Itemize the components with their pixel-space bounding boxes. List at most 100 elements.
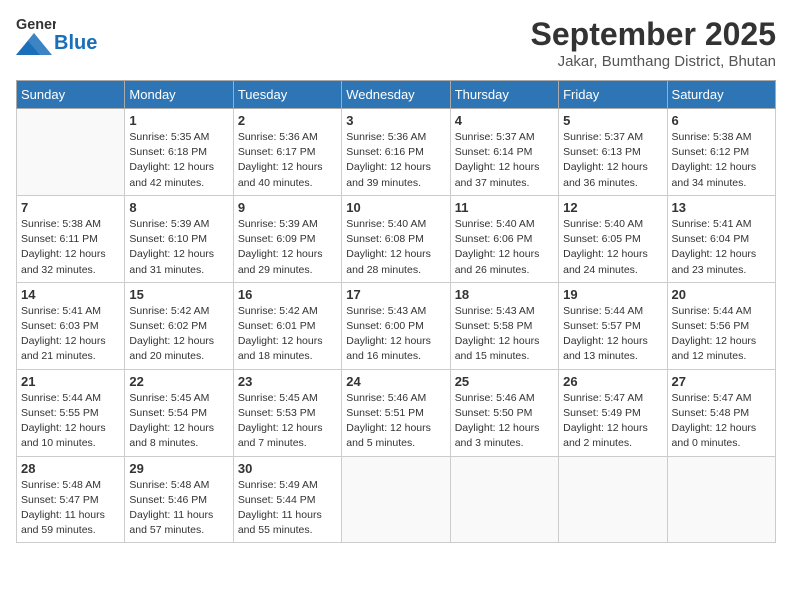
day-info: Sunrise: 5:39 AM Sunset: 6:09 PM Dayligh… xyxy=(238,217,337,278)
day-number: 29 xyxy=(129,461,228,476)
day-number: 13 xyxy=(672,200,771,215)
day-info: Sunrise: 5:37 AM Sunset: 6:13 PM Dayligh… xyxy=(563,130,662,191)
weekday-header-saturday: Saturday xyxy=(667,81,775,109)
logo-blue-text: Blue xyxy=(54,32,97,55)
calendar-week-5: 28 Sunrise: 5:48 AM Sunset: 5:47 PM Dayli… xyxy=(17,456,776,543)
day-info: Sunrise: 5:44 AM Sunset: 5:57 PM Dayligh… xyxy=(563,304,662,365)
day-info: Sunrise: 5:43 AM Sunset: 5:58 PM Dayligh… xyxy=(455,304,554,365)
day-number: 26 xyxy=(563,374,662,389)
day-info: Sunrise: 5:40 AM Sunset: 6:06 PM Dayligh… xyxy=(455,217,554,278)
weekday-header-sunday: Sunday xyxy=(17,81,125,109)
day-info: Sunrise: 5:42 AM Sunset: 6:02 PM Dayligh… xyxy=(129,304,228,365)
day-info: Sunrise: 5:37 AM Sunset: 6:14 PM Dayligh… xyxy=(455,130,554,191)
day-number: 16 xyxy=(238,287,337,302)
day-number: 25 xyxy=(455,374,554,389)
day-info: Sunrise: 5:36 AM Sunset: 6:16 PM Dayligh… xyxy=(346,130,445,191)
day-info: Sunrise: 5:46 AM Sunset: 5:50 PM Dayligh… xyxy=(455,391,554,452)
calendar-cell: 14 Sunrise: 5:41 AM Sunset: 6:03 PM Dayli… xyxy=(17,282,125,369)
month-title: September 2025 xyxy=(531,16,776,53)
calendar-cell: 11 Sunrise: 5:40 AM Sunset: 6:06 PM Dayli… xyxy=(450,195,558,282)
day-number: 30 xyxy=(238,461,337,476)
calendar-week-2: 7 Sunrise: 5:38 AM Sunset: 6:11 PM Daylig… xyxy=(17,195,776,282)
calendar-cell: 29 Sunrise: 5:48 AM Sunset: 5:46 PM Dayli… xyxy=(125,456,233,543)
day-number: 6 xyxy=(672,113,771,128)
weekday-header-thursday: Thursday xyxy=(450,81,558,109)
day-info: Sunrise: 5:39 AM Sunset: 6:10 PM Dayligh… xyxy=(129,217,228,278)
calendar-cell xyxy=(450,456,558,543)
day-number: 11 xyxy=(455,200,554,215)
calendar-cell: 13 Sunrise: 5:41 AM Sunset: 6:04 PM Dayli… xyxy=(667,195,775,282)
day-info: Sunrise: 5:47 AM Sunset: 5:48 PM Dayligh… xyxy=(672,391,771,452)
day-number: 15 xyxy=(129,287,228,302)
day-info: Sunrise: 5:42 AM Sunset: 6:01 PM Dayligh… xyxy=(238,304,337,365)
calendar-cell xyxy=(667,456,775,543)
day-info: Sunrise: 5:40 AM Sunset: 6:08 PM Dayligh… xyxy=(346,217,445,278)
day-info: Sunrise: 5:35 AM Sunset: 6:18 PM Dayligh… xyxy=(129,130,228,191)
day-number: 12 xyxy=(563,200,662,215)
calendar-cell: 23 Sunrise: 5:45 AM Sunset: 5:53 PM Dayli… xyxy=(233,369,341,456)
calendar-week-4: 21 Sunrise: 5:44 AM Sunset: 5:55 PM Dayli… xyxy=(17,369,776,456)
logo: General Blue xyxy=(16,16,97,55)
calendar-table: SundayMondayTuesdayWednesdayThursdayFrid… xyxy=(16,80,776,543)
day-info: Sunrise: 5:48 AM Sunset: 5:46 PM Dayligh… xyxy=(129,478,228,539)
day-info: Sunrise: 5:38 AM Sunset: 6:12 PM Dayligh… xyxy=(672,130,771,191)
day-number: 2 xyxy=(238,113,337,128)
calendar-cell: 10Sunrise: 5:40 AM Sunset: 6:08 PM Dayli… xyxy=(342,195,450,282)
weekday-header-friday: Friday xyxy=(559,81,667,109)
calendar-cell: 28 Sunrise: 5:48 AM Sunset: 5:47 PM Dayli… xyxy=(17,456,125,543)
day-info: Sunrise: 5:40 AM Sunset: 6:05 PM Dayligh… xyxy=(563,217,662,278)
calendar-cell: 5 Sunrise: 5:37 AM Sunset: 6:13 PM Daylig… xyxy=(559,109,667,196)
day-number: 17 xyxy=(346,287,445,302)
day-number: 3 xyxy=(346,113,445,128)
day-number: 5 xyxy=(563,113,662,128)
day-number: 1 xyxy=(129,113,228,128)
day-number: 7 xyxy=(21,200,120,215)
calendar-week-1: 1 Sunrise: 5:35 AM Sunset: 6:18 PM Daylig… xyxy=(17,109,776,196)
calendar-cell: 19Sunrise: 5:44 AM Sunset: 5:57 PM Dayli… xyxy=(559,282,667,369)
day-info: Sunrise: 5:43 AM Sunset: 6:00 PM Dayligh… xyxy=(346,304,445,365)
calendar-cell: 1 Sunrise: 5:35 AM Sunset: 6:18 PM Daylig… xyxy=(125,109,233,196)
weekday-header-row: SundayMondayTuesdayWednesdayThursdayFrid… xyxy=(17,81,776,109)
calendar-cell: 3 Sunrise: 5:36 AM Sunset: 6:16 PM Daylig… xyxy=(342,109,450,196)
calendar-cell: 9Sunrise: 5:39 AM Sunset: 6:09 PM Daylig… xyxy=(233,195,341,282)
day-number: 18 xyxy=(455,287,554,302)
calendar-cell: 2 Sunrise: 5:36 AM Sunset: 6:17 PM Daylig… xyxy=(233,109,341,196)
title-section: September 2025 Jakar, Bumthang District,… xyxy=(531,16,776,70)
calendar-cell: 15 Sunrise: 5:42 AM Sunset: 6:02 PM Dayli… xyxy=(125,282,233,369)
calendar-cell: 26 Sunrise: 5:47 AM Sunset: 5:49 PM Dayli… xyxy=(559,369,667,456)
day-info: Sunrise: 5:41 AM Sunset: 6:03 PM Dayligh… xyxy=(21,304,120,365)
calendar-cell: 20Sunrise: 5:44 AM Sunset: 5:56 PM Dayli… xyxy=(667,282,775,369)
day-number: 8 xyxy=(129,200,228,215)
day-info: Sunrise: 5:44 AM Sunset: 5:55 PM Dayligh… xyxy=(21,391,120,452)
day-info: Sunrise: 5:48 AM Sunset: 5:47 PM Dayligh… xyxy=(21,478,120,539)
location-title: Jakar, Bumthang District, Bhutan xyxy=(531,53,776,70)
day-info: Sunrise: 5:45 AM Sunset: 5:53 PM Dayligh… xyxy=(238,391,337,452)
calendar-cell: 27Sunrise: 5:47 AM Sunset: 5:48 PM Dayli… xyxy=(667,369,775,456)
day-number: 22 xyxy=(129,374,228,389)
calendar-week-3: 14 Sunrise: 5:41 AM Sunset: 6:03 PM Dayli… xyxy=(17,282,776,369)
day-number: 28 xyxy=(21,461,120,476)
calendar-cell: 4 Sunrise: 5:37 AM Sunset: 6:14 PM Daylig… xyxy=(450,109,558,196)
day-number: 21 xyxy=(21,374,120,389)
day-info: Sunrise: 5:38 AM Sunset: 6:11 PM Dayligh… xyxy=(21,217,120,278)
day-number: 14 xyxy=(21,287,120,302)
day-info: Sunrise: 5:41 AM Sunset: 6:04 PM Dayligh… xyxy=(672,217,771,278)
calendar-cell: 25 Sunrise: 5:46 AM Sunset: 5:50 PM Dayli… xyxy=(450,369,558,456)
calendar-cell xyxy=(342,456,450,543)
calendar-cell: 21 Sunrise: 5:44 AM Sunset: 5:55 PM Dayli… xyxy=(17,369,125,456)
calendar-cell xyxy=(17,109,125,196)
page-header: General Blue September 2025 Jakar, Bumth… xyxy=(16,16,776,70)
calendar-cell: 7 Sunrise: 5:38 AM Sunset: 6:11 PM Daylig… xyxy=(17,195,125,282)
weekday-header-monday: Monday xyxy=(125,81,233,109)
weekday-header-wednesday: Wednesday xyxy=(342,81,450,109)
day-number: 23 xyxy=(238,374,337,389)
day-number: 24 xyxy=(346,374,445,389)
calendar-cell: 6 Sunrise: 5:38 AM Sunset: 6:12 PM Daylig… xyxy=(667,109,775,196)
weekday-header-tuesday: Tuesday xyxy=(233,81,341,109)
day-number: 4 xyxy=(455,113,554,128)
day-info: Sunrise: 5:45 AM Sunset: 5:54 PM Dayligh… xyxy=(129,391,228,452)
day-info: Sunrise: 5:47 AM Sunset: 5:49 PM Dayligh… xyxy=(563,391,662,452)
calendar-cell: 16 Sunrise: 5:42 AM Sunset: 6:01 PM Dayli… xyxy=(233,282,341,369)
calendar-cell: 17 Sunrise: 5:43 AM Sunset: 6:00 PM Dayli… xyxy=(342,282,450,369)
day-info: Sunrise: 5:36 AM Sunset: 6:17 PM Dayligh… xyxy=(238,130,337,191)
